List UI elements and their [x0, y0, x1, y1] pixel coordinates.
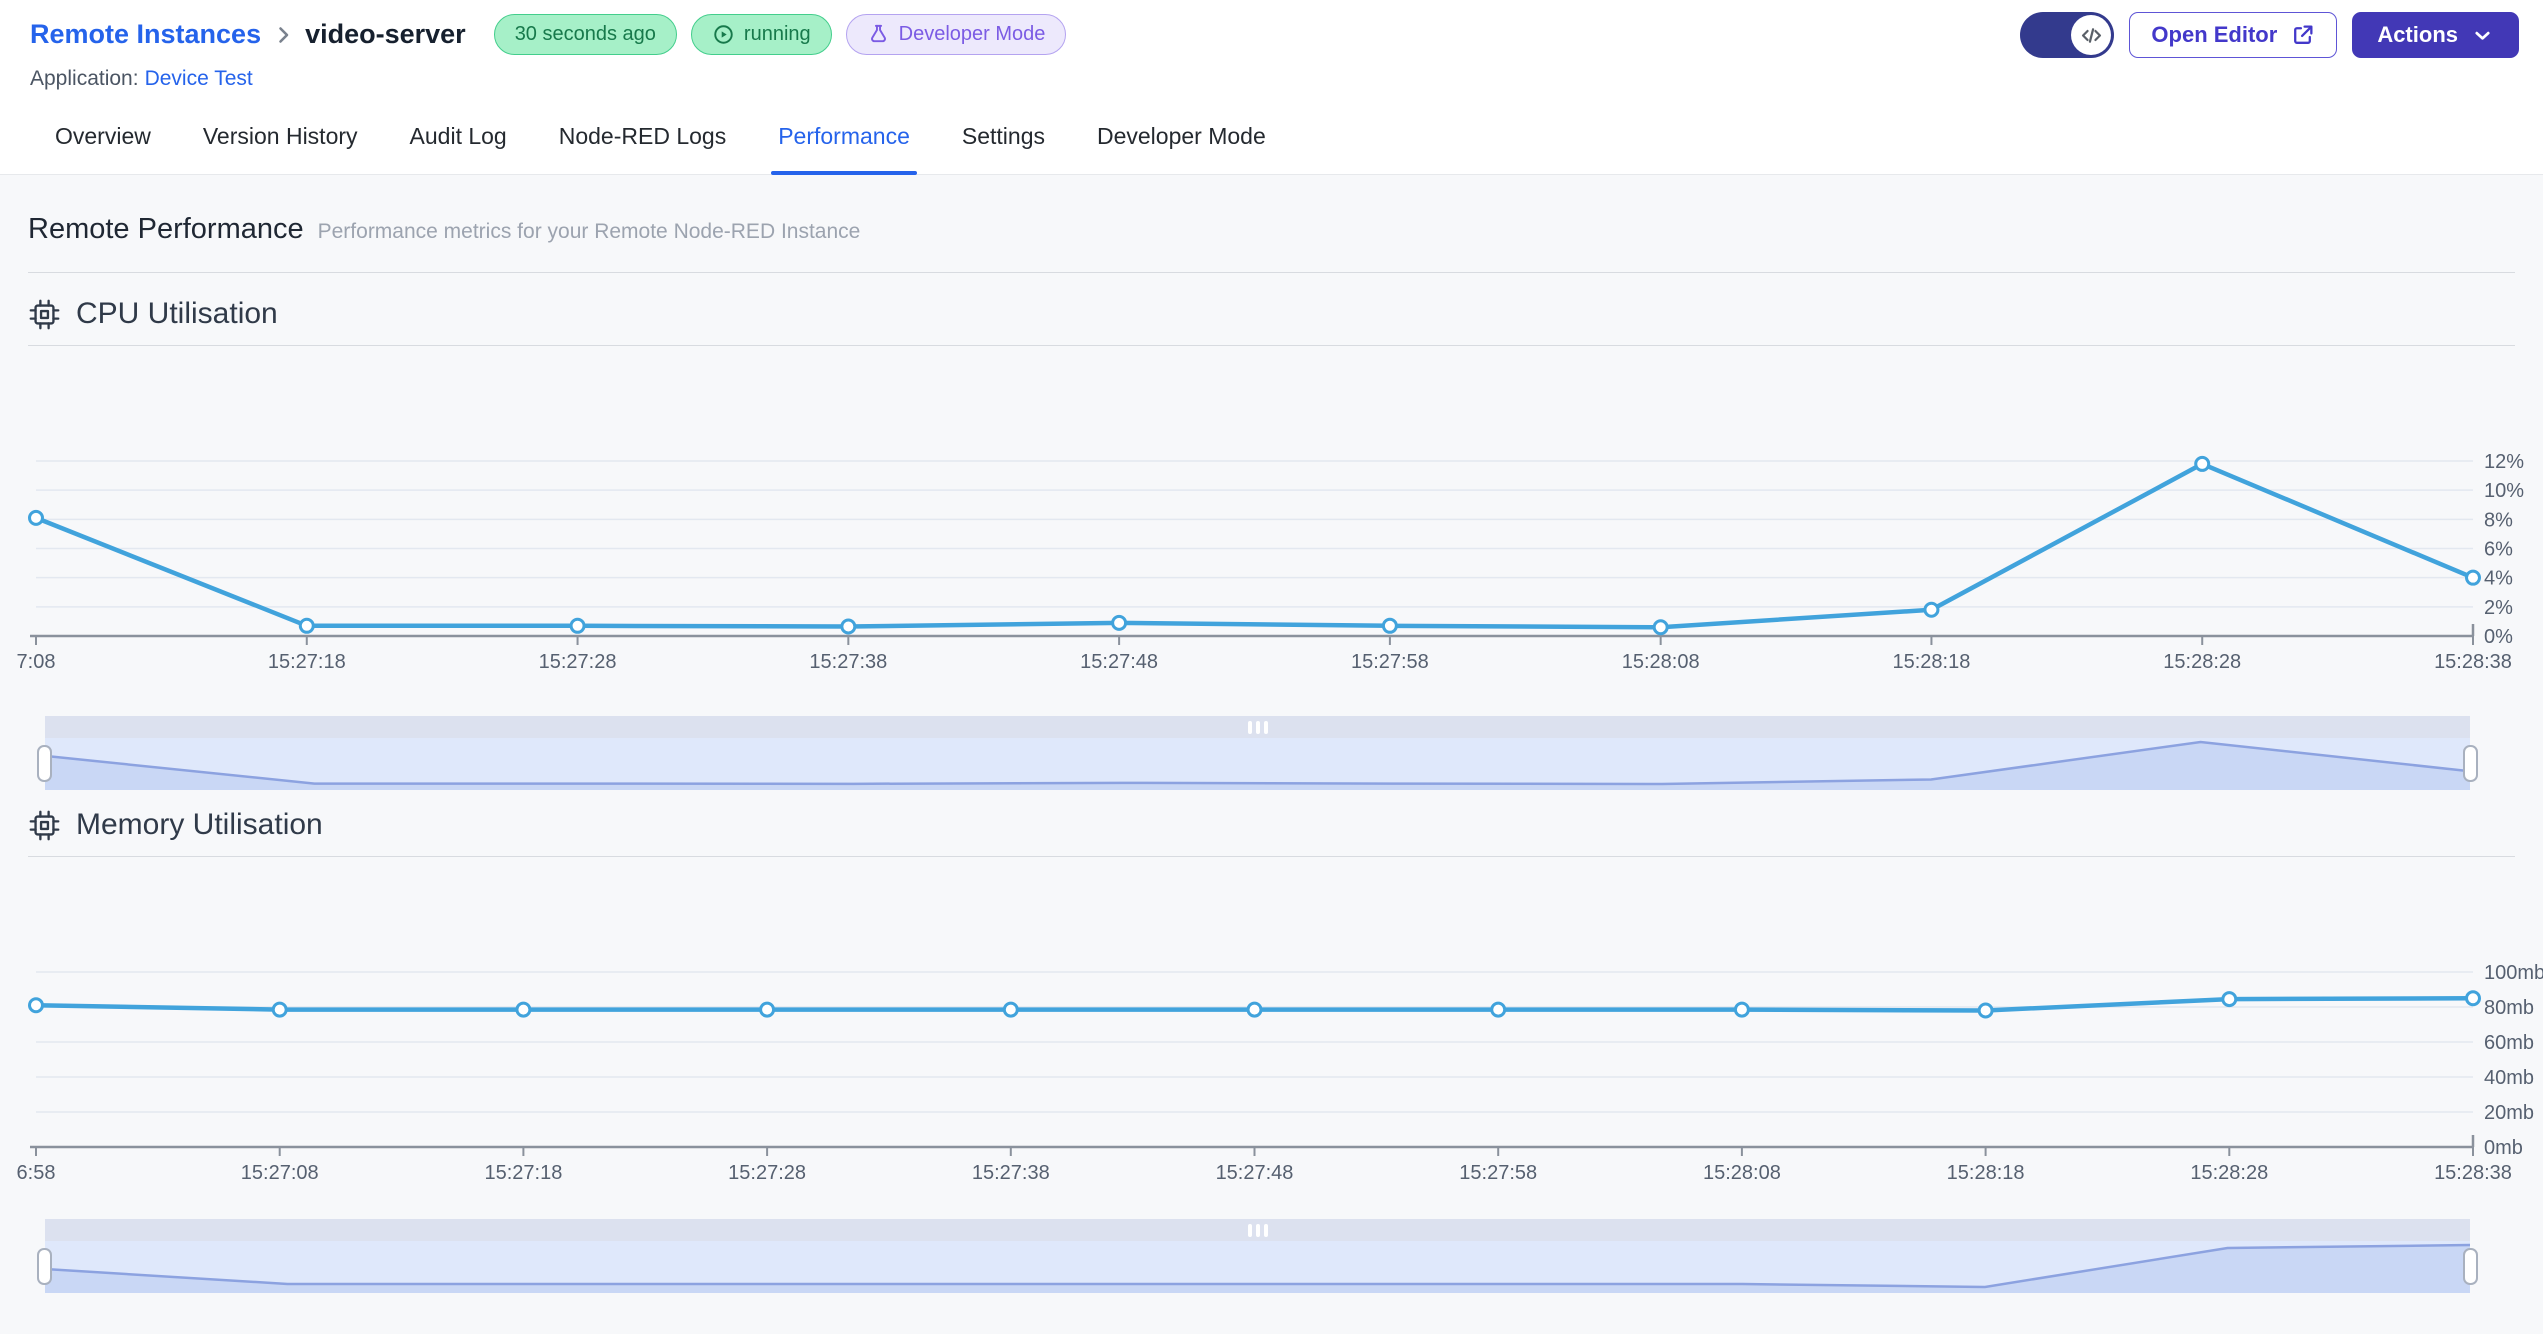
status-badges: 30 seconds ago running Developer Mode: [493, 14, 1067, 55]
open-editor-label: Open Editor: [2151, 22, 2278, 47]
running-status-label: running: [743, 23, 811, 45]
svg-text:15:27:58: 15:27:58: [1459, 1162, 1537, 1184]
cpu-chip-icon: [28, 809, 61, 842]
svg-text:15:28:28: 15:28:28: [2163, 651, 2241, 673]
tab-settings[interactable]: Settings: [959, 109, 1048, 174]
developer-mode-badge: Developer Mode: [845, 14, 1067, 55]
flask-icon: [867, 23, 890, 46]
last-seen-badge-label: 30 seconds ago: [514, 23, 656, 45]
tab-node-red-logs[interactable]: Node-RED Logs: [556, 109, 729, 174]
application-link[interactable]: Device Test: [145, 67, 253, 90]
svg-text:10%: 10%: [2484, 480, 2524, 502]
svg-text:15:28:08: 15:28:08: [1703, 1162, 1781, 1184]
svg-text:15:27:48: 15:27:48: [1080, 651, 1158, 673]
svg-text:6:58: 6:58: [17, 1162, 56, 1184]
svg-text:6%: 6%: [2484, 539, 2513, 561]
chevron-right-icon: [271, 23, 295, 47]
open-editor-button[interactable]: Open Editor: [2129, 12, 2338, 58]
instance-tabs: Overview Version History Audit Log Node-…: [0, 109, 2543, 175]
cpu-brush-handle-left[interactable]: [37, 745, 52, 782]
svg-text:15:27:58: 15:27:58: [1351, 651, 1429, 673]
performance-panel: Remote Performance Performance metrics f…: [0, 175, 2543, 1334]
tab-developer-mode[interactable]: Developer Mode: [1094, 109, 1269, 174]
application-row: Application: Device Test: [30, 67, 2519, 91]
code-icon: [2071, 15, 2112, 55]
tab-performance[interactable]: Performance: [771, 109, 917, 175]
tab-overview[interactable]: Overview: [52, 109, 154, 174]
svg-text:2%: 2%: [2484, 597, 2513, 619]
cpu-brush-drag-strip[interactable]: [45, 716, 2470, 738]
cpu-brush-handle-right[interactable]: [2463, 745, 2478, 782]
svg-text:15:28:08: 15:28:08: [1622, 651, 1700, 673]
svg-text:15:27:08: 15:27:08: [241, 1162, 319, 1184]
svg-text:15:28:28: 15:28:28: [2190, 1162, 2268, 1184]
svg-text:15:27:38: 15:27:38: [972, 1162, 1050, 1184]
breadcrumb: Remote Instances video-server: [30, 19, 466, 50]
cpu-chip-icon: [28, 298, 61, 331]
svg-text:4%: 4%: [2484, 568, 2513, 590]
actions-button[interactable]: Actions: [2352, 12, 2519, 58]
section-title-row: Remote Performance Performance metrics f…: [28, 175, 2515, 273]
page-subtitle: Performance metrics for your Remote Node…: [317, 220, 861, 243]
svg-text:12%: 12%: [2484, 451, 2524, 473]
tab-version-history[interactable]: Version History: [200, 109, 361, 174]
svg-text:40mb: 40mb: [2484, 1067, 2534, 1089]
svg-text:15:28:38: 15:28:38: [2434, 1162, 2512, 1184]
cpu-chart-brush: [37, 716, 2478, 790]
cpu-section-title: CPU Utilisation: [76, 297, 278, 330]
running-status-badge: running: [690, 14, 832, 55]
svg-text:15:27:28: 15:27:28: [728, 1162, 806, 1184]
developer-mode-badge-label: Developer Mode: [898, 23, 1046, 45]
application-label: Application:: [30, 67, 139, 90]
svg-text:100mb: 100mb: [2484, 962, 2543, 984]
svg-text:15:27:48: 15:27:48: [1216, 1162, 1294, 1184]
svg-text:15:27:18: 15:27:18: [268, 651, 346, 673]
svg-text:7:08: 7:08: [17, 651, 56, 673]
cpu-utilisation-chart: 0% 2% 4% 6% 8% 10% 12% 7:08 15:27:18 15:27:28 15:2…: [17, 346, 2543, 696]
header-actions: Open Editor Actions: [2020, 12, 2519, 58]
play-circle-icon: [712, 23, 735, 46]
svg-text:0mb: 0mb: [2484, 1137, 2523, 1159]
svg-text:15:27:18: 15:27:18: [484, 1162, 562, 1184]
external-link-icon: [2290, 23, 2315, 48]
cpu-brush-track[interactable]: [45, 738, 2470, 790]
memory-utilisation-chart: 0mb 20mb 40mb 60mb 80mb 100mb 6:58 15:27:08 15:2…: [17, 857, 2543, 1207]
cpu-section-heading: CPU Utilisation: [28, 297, 2515, 346]
svg-text:80mb: 80mb: [2484, 997, 2534, 1019]
svg-text:15:28:18: 15:28:18: [1947, 1162, 2025, 1184]
page-header: Remote Instances video-server 30 seconds…: [0, 0, 2543, 91]
memory-section-heading: Memory Utilisation: [28, 808, 2515, 857]
memory-chart-brush: [37, 1219, 2478, 1293]
actions-button-label: Actions: [2377, 22, 2458, 47]
svg-text:15:28:38: 15:28:38: [2434, 651, 2512, 673]
immersive-editor-toggle[interactable]: [2020, 12, 2115, 58]
memory-brush-drag-strip[interactable]: [45, 1219, 2470, 1241]
chevron-down-icon: [2471, 24, 2494, 47]
svg-text:60mb: 60mb: [2484, 1032, 2534, 1054]
svg-text:15:27:28: 15:27:28: [539, 651, 617, 673]
svg-text:15:27:38: 15:27:38: [809, 651, 887, 673]
memory-brush-track[interactable]: [45, 1241, 2470, 1293]
memory-brush-handle-left[interactable]: [37, 1248, 52, 1285]
brush-grip-icon: [1247, 720, 1268, 734]
svg-text:20mb: 20mb: [2484, 1102, 2534, 1124]
tab-audit-log[interactable]: Audit Log: [407, 109, 510, 174]
breadcrumb-current: video-server: [305, 19, 466, 49]
last-seen-badge: 30 seconds ago: [493, 14, 677, 55]
breadcrumb-parent-link[interactable]: Remote Instances: [30, 19, 261, 50]
memory-section-title: Memory Utilisation: [76, 808, 323, 841]
page-title: Remote Performance: [28, 213, 304, 245]
svg-text:0%: 0%: [2484, 626, 2513, 648]
svg-text:8%: 8%: [2484, 509, 2513, 531]
brush-grip-icon: [1247, 1223, 1268, 1237]
memory-brush-handle-right[interactable]: [2463, 1248, 2478, 1285]
svg-text:15:28:18: 15:28:18: [1893, 651, 1971, 673]
